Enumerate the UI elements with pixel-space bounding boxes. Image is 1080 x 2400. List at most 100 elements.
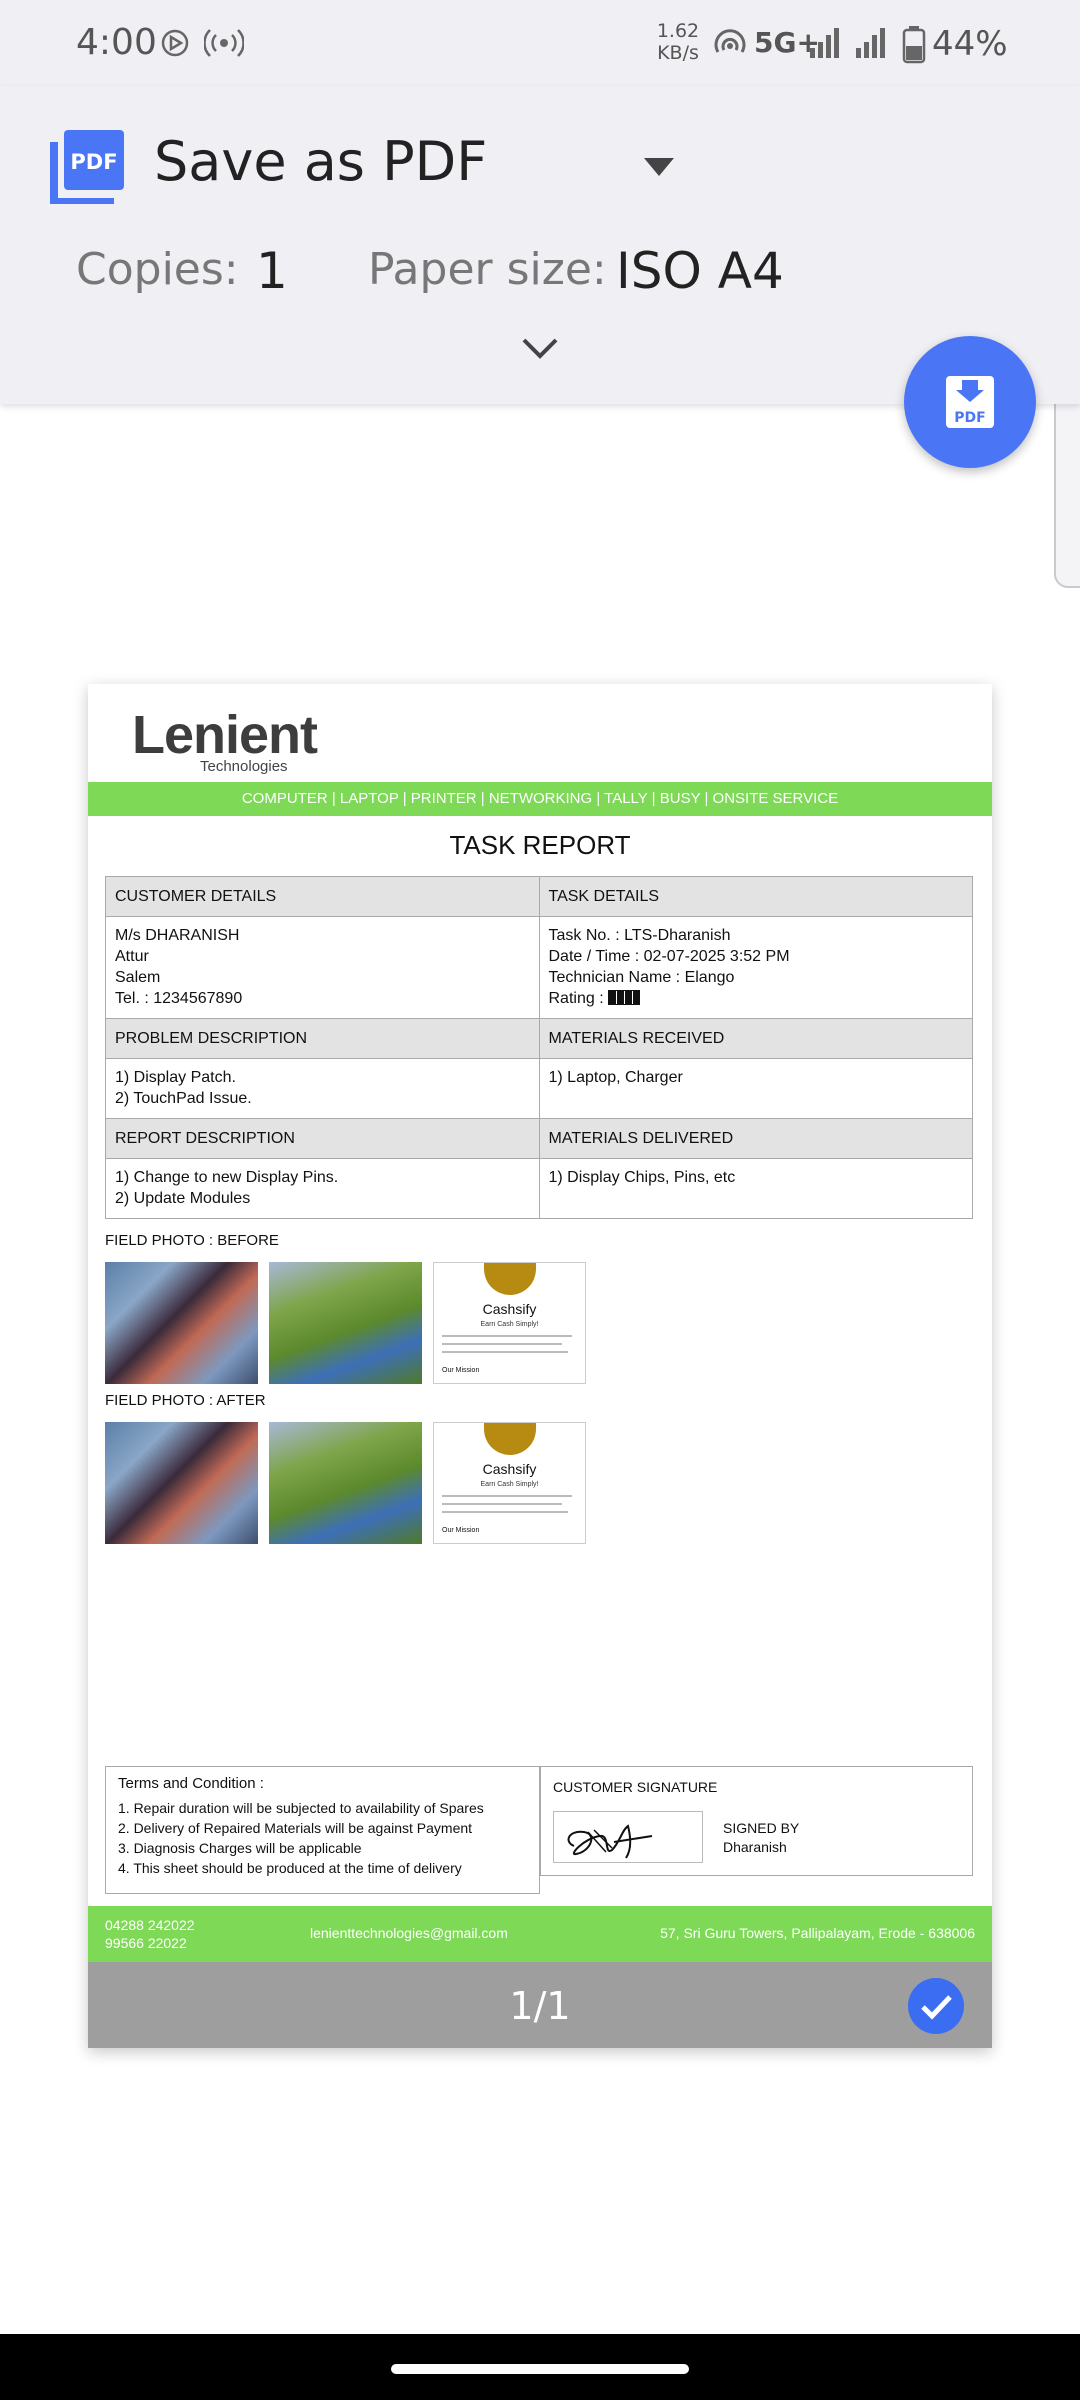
customer-line-2: Attur <box>115 948 149 965</box>
card-text-line <box>442 1335 572 1337</box>
paper-size-label: Paper size: <box>368 244 607 295</box>
before-photo-1[interactable] <box>105 1262 258 1384</box>
card-text-line <box>442 1511 568 1513</box>
details-table: CUSTOMER DETAILS TASK DETAILS M/s DHARAN… <box>105 876 973 1219</box>
card-subtitle: Earn Cash Simply! <box>480 1321 539 1328</box>
fab-badge-text: PDF <box>954 410 985 426</box>
download-pdf-button[interactable]: PDF <box>904 336 1036 468</box>
signed-by-block: SIGNED BY Dharanish <box>723 1819 799 1857</box>
task-number: Task No. : LTS-Dharanish <box>548 927 731 944</box>
document-footer: 04288 242022 99566 22022 lenienttechnolo… <box>88 1906 992 1962</box>
terms-box: Terms and Condition : 1. Repair duration… <box>105 1766 540 1894</box>
signature-box: CUSTOMER SIGNATURE SIGNED BY Dharanish <box>540 1766 973 1876</box>
customer-name: M/s DHARANISH <box>115 927 240 944</box>
customer-details-header: CUSTOMER DETAILS <box>105 876 540 917</box>
before-photo-3[interactable]: Cashsify Earn Cash Simply! Our Mission <box>433 1262 586 1384</box>
footer-phone: 99566 22022 <box>105 1935 187 1951</box>
problem-description-header: PROBLEM DESCRIPTION <box>105 1018 540 1059</box>
materials-delivered-header: MATERIALS DELIVERED <box>538 1118 973 1159</box>
footer-phone: 04288 242022 <box>105 1917 195 1933</box>
after-photo-3[interactable]: Cashsify Earn Cash Simply! Our Mission <box>433 1422 586 1544</box>
footer-address: 57, Sri Guru Towers, Pallipalayam, Erode… <box>660 1925 975 1941</box>
card-section: Our Mission <box>442 1367 480 1374</box>
navigation-bar <box>0 2334 1080 2400</box>
photo-before-label: FIELD PHOTO : BEFORE <box>105 1232 279 1249</box>
report-title: TASK REPORT <box>449 830 631 860</box>
report-line: 2) Update Modules <box>115 1190 251 1207</box>
company-logo: Lenient Technologies <box>132 704 318 775</box>
paper-size-value[interactable]: ISO A4 <box>616 242 784 300</box>
network-speed: 1.62 KB/s <box>654 20 702 64</box>
page-selected-checkbox[interactable] <box>908 1978 964 2034</box>
card-text-line <box>442 1495 572 1497</box>
battery-percent: 44% <box>932 24 1008 64</box>
page-indicator: 1/1 <box>509 1984 571 2028</box>
card-text-line <box>442 1343 562 1345</box>
signed-by-label: SIGNED BY <box>723 1820 800 1836</box>
footer-phones: 04288 242022 99566 22022 <box>105 1916 195 1952</box>
materials-received-header: MATERIALS RECEIVED <box>538 1018 973 1059</box>
report-line: 1) Change to new Display Pins. <box>115 1169 339 1186</box>
speed-value: 1.62 <box>656 20 700 42</box>
download-pdf-icon: PDF <box>946 376 994 428</box>
services-banner: COMPUTER | LAPTOP | PRINTER | NETWORKING… <box>88 782 992 816</box>
copies-value[interactable]: 1 <box>256 242 288 300</box>
home-gesture-handle[interactable] <box>391 2364 689 2374</box>
technician-name: Technician Name : Elango <box>548 969 735 986</box>
dropdown-arrow-icon[interactable] <box>644 158 674 178</box>
after-photo-2[interactable] <box>269 1422 422 1544</box>
chevron-down-icon[interactable] <box>520 336 560 362</box>
problem-description-cell: 1) Display Patch. 2) TouchPad Issue. <box>105 1058 540 1119</box>
task-datetime: Date / Time : 02-07-2025 3:52 PM <box>548 948 790 965</box>
play-store-icon <box>161 29 189 57</box>
speed-unit: KB/s <box>657 42 699 64</box>
signature-image <box>553 1811 703 1863</box>
terms-title: Terms and Condition : <box>118 1775 264 1792</box>
signal-2-icon <box>856 28 885 58</box>
problem-line: 2) TouchPad Issue. <box>115 1090 252 1107</box>
pdf-printer-icon: PDF <box>50 130 124 204</box>
photo-after-label: FIELD PHOTO : AFTER <box>105 1392 266 1409</box>
rating-row: Rating : <box>549 988 964 1009</box>
task-details-header: TASK DETAILS <box>538 876 973 917</box>
logo-sub-text: Technologies <box>200 758 288 775</box>
footer-email: lenienttechnologies@gmail.com <box>310 1925 508 1941</box>
materials-delivered-cell: 1) Display Chips, Pins, etc <box>538 1158 973 1219</box>
signature-label: CUSTOMER SIGNATURE <box>553 1779 718 1795</box>
materials-delivered-line: 1) Display Chips, Pins, etc <box>548 1169 736 1186</box>
customer-line-3: Salem <box>115 969 161 986</box>
pdf-badge-text: PDF <box>70 150 117 174</box>
term-item: 2. Delivery of Repaired Materials will b… <box>118 1820 473 1836</box>
materials-received-line: 1) Laptop, Charger <box>548 1069 683 1086</box>
report-description-header: REPORT DESCRIPTION <box>105 1118 540 1159</box>
customer-details-cell: M/s DHARANISH Attur Salem Tel. : 1234567… <box>105 916 540 1019</box>
materials-received-cell: 1) Laptop, Charger <box>538 1058 973 1119</box>
destination-title[interactable]: Save as PDF <box>154 130 487 193</box>
card-text-line <box>442 1351 568 1353</box>
customer-phone: Tel. : 1234567890 <box>115 990 243 1007</box>
copies-label: Copies: <box>76 244 239 295</box>
check-icon <box>921 1995 952 2020</box>
term-item: 3. Diagnosis Charges will be applicable <box>118 1840 362 1856</box>
page-selector-bar: 1/1 <box>88 1962 992 2048</box>
problem-line: 1) Display Patch. <box>115 1069 236 1086</box>
rating-stars-icon <box>608 990 641 1005</box>
rating-label: Rating : <box>548 990 604 1007</box>
card-section: Our Mission <box>442 1527 480 1534</box>
before-photo-2[interactable] <box>269 1262 422 1384</box>
card-subtitle: Earn Cash Simply! <box>480 1481 539 1488</box>
page-preview[interactable]: Lenient Technologies COMPUTER | LAPTOP |… <box>88 684 992 2048</box>
card-text-line <box>442 1503 562 1505</box>
status-bar: 4:00 1.62 KB/s 5G+ 44% <box>0 0 1080 86</box>
battery-icon <box>902 26 926 64</box>
signed-by-name: Dharanish <box>723 1839 787 1855</box>
task-details-cell: Task No. : LTS-Dharanish Date / Time : 0… <box>538 916 973 1019</box>
signature-scribble-icon <box>567 1824 653 1859</box>
wifi-calling-icon <box>714 29 746 53</box>
after-photo-1[interactable] <box>105 1422 258 1544</box>
card-title: Cashsify <box>482 1301 537 1317</box>
logo-main-text: Lenient <box>132 705 318 765</box>
term-item: 4. This sheet should be produced at the … <box>118 1860 462 1876</box>
cashsify-seal-icon <box>484 1423 536 1455</box>
status-time: 4:00 <box>76 22 157 63</box>
